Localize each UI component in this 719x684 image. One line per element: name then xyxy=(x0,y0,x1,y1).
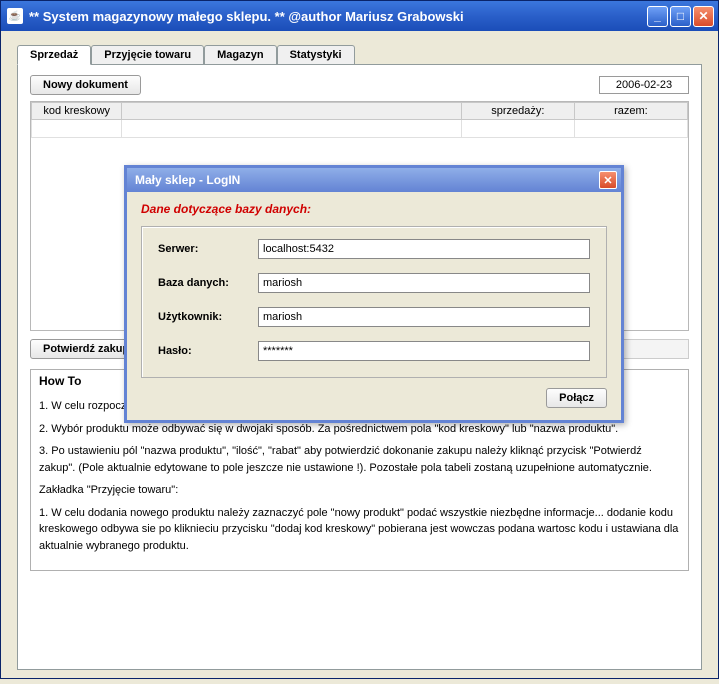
login-dialog: Mały sklep - LogIN ✕ Dane dotyczące bazy… xyxy=(124,165,624,423)
dialog-titlebar: Mały sklep - LogIN ✕ xyxy=(127,168,621,192)
table-header-row: kod kreskowy sprzedaży: razem: xyxy=(32,103,688,120)
dialog-close-button[interactable]: ✕ xyxy=(599,171,617,189)
user-label: Użytkownik: xyxy=(158,311,258,323)
server-label: Serwer: xyxy=(158,243,258,255)
user-input[interactable] xyxy=(258,307,590,327)
col-sprzedazy: sprzedaży: xyxy=(461,103,574,120)
table-row[interactable] xyxy=(32,120,688,138)
howto-p3: 3. Po ustawieniu pól "nazwa produktu", "… xyxy=(39,443,680,476)
close-button[interactable]: ✕ xyxy=(693,6,714,27)
main-window: ☕ ** System magazynowy małego sklepu. **… xyxy=(0,0,719,679)
password-input[interactable] xyxy=(258,341,590,361)
col-kod-kreskowy: kod kreskowy xyxy=(32,103,122,120)
dialog-title: Mały sklep - LogIN xyxy=(135,173,599,187)
java-icon: ☕ xyxy=(7,8,23,24)
database-input[interactable] xyxy=(258,273,590,293)
database-label: Baza danych: xyxy=(158,277,258,289)
content-area: Sprzedaż Przyjęcie towaru Magazyn Statys… xyxy=(1,31,718,684)
maximize-button[interactable]: □ xyxy=(670,6,691,27)
tab-przyjecie-towaru[interactable]: Przyjęcie towaru xyxy=(91,45,204,64)
minimize-button[interactable]: _ xyxy=(647,6,668,27)
tab-sprzedaz[interactable]: Sprzedaż xyxy=(17,45,91,65)
howto-p4: Zakładka "Przyjęcie towaru": xyxy=(39,482,680,499)
window-title: ** System magazynowy małego sklepu. ** @… xyxy=(29,9,647,24)
tabs: Sprzedaż Przyjęcie towaru Magazyn Statys… xyxy=(17,45,702,65)
connect-button[interactable]: Połącz xyxy=(546,388,607,408)
howto-p5: 1. W celu dodania nowego produktu należy… xyxy=(39,505,680,555)
new-document-button[interactable]: Nowy dokument xyxy=(30,75,141,95)
dialog-heading: Dane dotyczące bazy danych: xyxy=(141,202,607,216)
tab-statystyki[interactable]: Statystyki xyxy=(277,45,355,64)
login-form: Serwer: Baza danych: Użytkownik: Ha xyxy=(141,226,607,378)
password-label: Hasło: xyxy=(158,345,258,357)
col-razem: razem: xyxy=(574,103,687,120)
tab-magazyn[interactable]: Magazyn xyxy=(204,45,276,64)
tab-panel-sprzedaz: Nowy dokument 2006-02-23 kod kreskowy sp… xyxy=(17,65,702,670)
date-field[interactable]: 2006-02-23 xyxy=(599,76,689,94)
titlebar: ☕ ** System magazynowy małego sklepu. **… xyxy=(1,1,718,31)
col-hidden xyxy=(122,103,461,120)
server-input[interactable] xyxy=(258,239,590,259)
